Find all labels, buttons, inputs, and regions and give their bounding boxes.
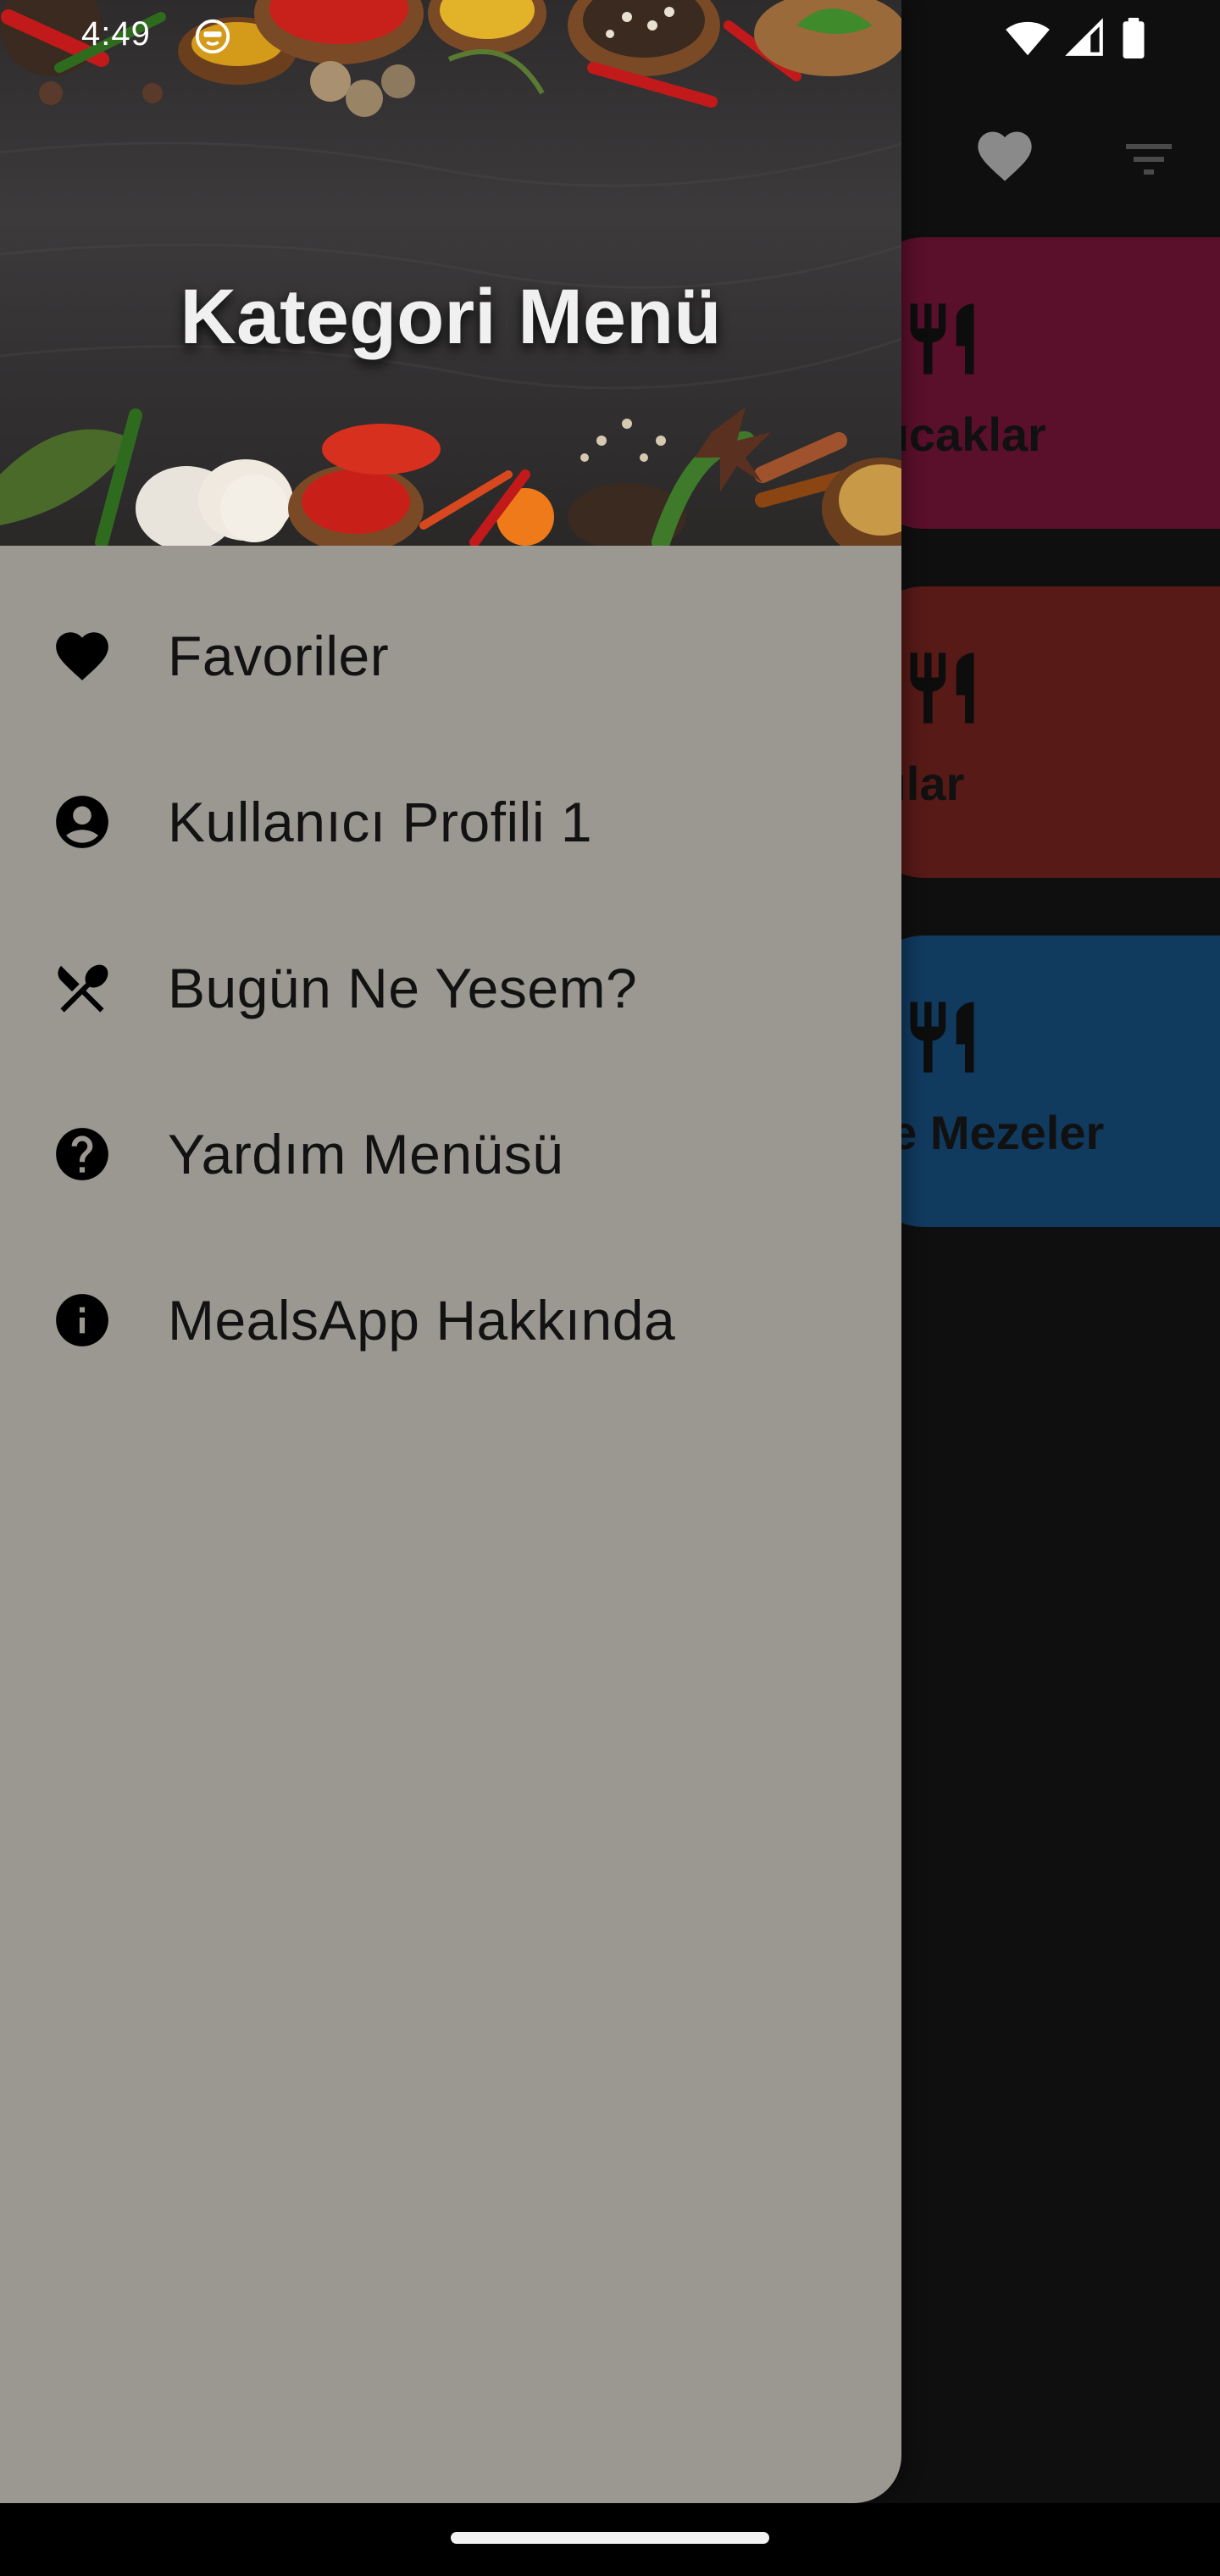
- help-icon: [56, 1128, 108, 1180]
- menu-item-help[interactable]: Yardım Menüsü: [0, 1071, 901, 1237]
- face-icon: [195, 19, 230, 54]
- signal-icon: [1065, 18, 1103, 56]
- wifi-icon: [1006, 21, 1050, 56]
- category-card[interactable]: ve Mezeler: [864, 935, 1220, 1227]
- account-circle-icon: [56, 796, 108, 848]
- home-handle[interactable]: [451, 2532, 769, 2544]
- category-label: Sıcaklar: [864, 408, 1046, 461]
- info-icon: [56, 1294, 108, 1346]
- status-bar: 4:49: [0, 0, 1220, 73]
- menu-item-label: Bugün Ne Yesem?: [168, 957, 638, 1019]
- navigation-drawer: Kategori Menü Favoriler Kullanıcı Profil…: [0, 0, 901, 2503]
- menu-item-what-to-eat[interactable]: Bugün Ne Yesem?: [0, 905, 901, 1071]
- menu-item-profile[interactable]: Kullanıcı Profili 1: [0, 739, 901, 905]
- category-label: tlılar: [864, 757, 965, 810]
- status-time: 4:49: [81, 15, 151, 53]
- category-card[interactable]: tlılar: [864, 586, 1220, 878]
- utensils-crossed-icon: [58, 964, 108, 1013]
- category-label: ve Mezeler: [864, 1106, 1105, 1159]
- screen: Sıcaklar tlılar ve Mezeler Kategori Menü…: [0, 0, 1220, 2576]
- status-icons: [1005, 15, 1147, 61]
- menu-item-label: MealsApp Hakkında: [168, 1289, 676, 1352]
- battery-icon: [1123, 18, 1145, 58]
- utensils-icon: [910, 303, 974, 375]
- menu-item-label: Yardım Menüsü: [168, 1123, 564, 1185]
- heart-icon[interactable]: [973, 124, 1037, 188]
- utensils-icon: [910, 1002, 974, 1073]
- menu-item-about[interactable]: MealsApp Hakkında: [0, 1237, 901, 1403]
- navigation-bar: [0, 2503, 1220, 2576]
- utensils-icon: [910, 652, 974, 724]
- drawer-menu: Favoriler Kullanıcı Profili 1 Bugün Ne Y…: [0, 573, 901, 1403]
- filter-icon[interactable]: [1118, 129, 1179, 190]
- menu-item-label: Kullanıcı Profili 1: [168, 791, 593, 853]
- category-card[interactable]: Sıcaklar: [864, 237, 1220, 529]
- menu-item-label: Favoriler: [168, 625, 390, 687]
- heart-icon: [56, 632, 108, 680]
- menu-item-favorites[interactable]: Favoriler: [0, 573, 901, 739]
- drawer-title: Kategori Menü: [180, 274, 722, 360]
- drawer-header: Kategori Menü: [0, 0, 901, 546]
